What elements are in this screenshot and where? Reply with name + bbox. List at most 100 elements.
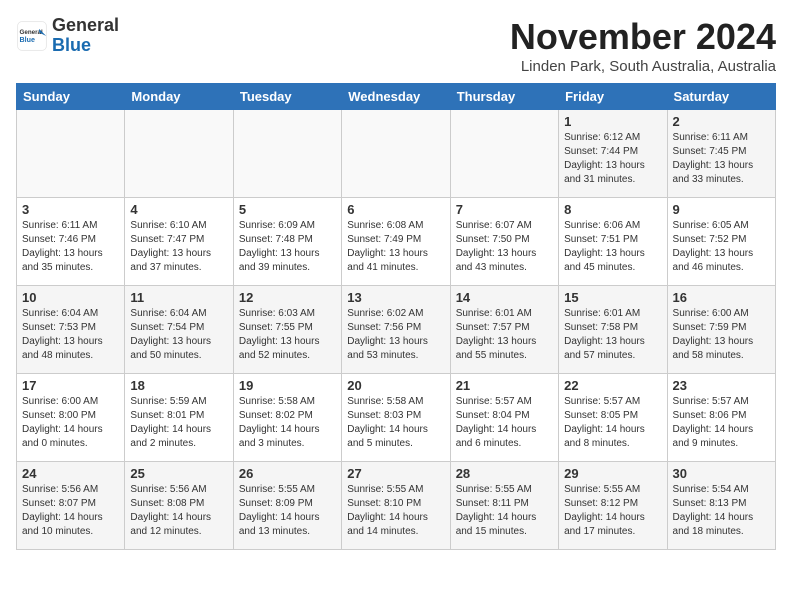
- day-info: Sunrise: 6:11 AM Sunset: 7:45 PM Dayligh…: [673, 131, 770, 187]
- location-text: Linden Park, South Australia, Australia: [510, 58, 776, 75]
- calendar-table: SundayMondayTuesdayWednesdayThursdayFrid…: [16, 83, 776, 550]
- day-number: 19: [239, 378, 336, 393]
- day-info: Sunrise: 6:07 AM Sunset: 7:50 PM Dayligh…: [456, 219, 553, 275]
- day-number: 23: [673, 378, 770, 393]
- day-number: 21: [456, 378, 553, 393]
- day-number: 13: [347, 290, 444, 305]
- calendar-week-4: 17 Sunrise: 6:00 AM Sunset: 8:00 PM Dayli…: [17, 374, 776, 462]
- day-number: 1: [564, 114, 661, 129]
- calendar-header-thursday: Thursday: [450, 84, 558, 110]
- day-number: 18: [130, 378, 227, 393]
- day-info: Sunrise: 6:00 AM Sunset: 8:00 PM Dayligh…: [22, 395, 119, 451]
- day-number: 6: [347, 202, 444, 217]
- day-info: Sunrise: 6:03 AM Sunset: 7:55 PM Dayligh…: [239, 307, 336, 363]
- calendar-week-1: 1Sunrise: 6:12 AM Sunset: 7:44 PM Daylig…: [17, 110, 776, 198]
- day-number: 7: [456, 202, 553, 217]
- logo: General Blue General Blue: [16, 16, 119, 56]
- calendar-header-row: SundayMondayTuesdayWednesdayThursdayFrid…: [17, 84, 776, 110]
- calendar-header-wednesday: Wednesday: [342, 84, 450, 110]
- day-number: 4: [130, 202, 227, 217]
- day-info: Sunrise: 5:55 AM Sunset: 8:12 PM Dayligh…: [564, 483, 661, 539]
- calendar-cell: 10Sunrise: 6:04 AM Sunset: 7:53 PM Dayli…: [17, 286, 125, 374]
- calendar-cell: 30Sunrise: 5:54 AM Sunset: 8:13 PM Dayli…: [667, 462, 775, 550]
- calendar-cell: 20 Sunrise: 5:58 AM Sunset: 8:03 PM Dayli…: [342, 374, 450, 462]
- calendar-cell: [342, 110, 450, 198]
- day-info: Sunrise: 5:55 AM Sunset: 8:11 PM Dayligh…: [456, 483, 553, 539]
- day-info: Sunrise: 6:01 AM Sunset: 7:58 PM Dayligh…: [564, 307, 661, 363]
- day-info: Sunrise: 6:06 AM Sunset: 7:51 PM Dayligh…: [564, 219, 661, 275]
- day-info: Sunrise: 6:10 AM Sunset: 7:47 PM Dayligh…: [130, 219, 227, 275]
- calendar-cell: 23 Sunrise: 5:57 AM Sunset: 8:06 PM Dayli…: [667, 374, 775, 462]
- day-number: 27: [347, 466, 444, 481]
- calendar-cell: 29 Sunrise: 5:55 AM Sunset: 8:12 PM Dayli…: [559, 462, 667, 550]
- day-number: 12: [239, 290, 336, 305]
- calendar-cell: 9 Sunrise: 6:05 AM Sunset: 7:52 PM Daylig…: [667, 198, 775, 286]
- day-number: 5: [239, 202, 336, 217]
- calendar-cell: 13 Sunrise: 6:02 AM Sunset: 7:56 PM Dayli…: [342, 286, 450, 374]
- day-info: Sunrise: 6:01 AM Sunset: 7:57 PM Dayligh…: [456, 307, 553, 363]
- day-number: 17: [22, 378, 119, 393]
- calendar-cell: 4 Sunrise: 6:10 AM Sunset: 7:47 PM Daylig…: [125, 198, 233, 286]
- calendar-cell: 18 Sunrise: 5:59 AM Sunset: 8:01 PM Dayli…: [125, 374, 233, 462]
- day-number: 8: [564, 202, 661, 217]
- calendar-cell: 16Sunrise: 6:00 AM Sunset: 7:59 PM Dayli…: [667, 286, 775, 374]
- day-info: Sunrise: 5:55 AM Sunset: 8:09 PM Dayligh…: [239, 483, 336, 539]
- day-number: 28: [456, 466, 553, 481]
- calendar-cell: 5 Sunrise: 6:09 AM Sunset: 7:48 PM Daylig…: [233, 198, 341, 286]
- day-info: Sunrise: 6:04 AM Sunset: 7:54 PM Dayligh…: [130, 307, 227, 363]
- calendar-cell: 3Sunrise: 6:11 AM Sunset: 7:46 PM Daylig…: [17, 198, 125, 286]
- logo-general-text: General: [52, 15, 119, 35]
- calendar-header-sunday: Sunday: [17, 84, 125, 110]
- day-number: 22: [564, 378, 661, 393]
- day-info: Sunrise: 6:05 AM Sunset: 7:52 PM Dayligh…: [673, 219, 770, 275]
- day-number: 2: [673, 114, 770, 129]
- calendar-cell: [233, 110, 341, 198]
- calendar-header-tuesday: Tuesday: [233, 84, 341, 110]
- calendar-cell: 24 Sunrise: 5:56 AM Sunset: 8:07 PM Dayli…: [17, 462, 125, 550]
- calendar-cell: 6 Sunrise: 6:08 AM Sunset: 7:49 PM Daylig…: [342, 198, 450, 286]
- day-info: Sunrise: 6:09 AM Sunset: 7:48 PM Dayligh…: [239, 219, 336, 275]
- calendar-cell: 8 Sunrise: 6:06 AM Sunset: 7:51 PM Daylig…: [559, 198, 667, 286]
- day-info: Sunrise: 5:55 AM Sunset: 8:10 PM Dayligh…: [347, 483, 444, 539]
- day-info: Sunrise: 6:00 AM Sunset: 7:59 PM Dayligh…: [673, 307, 770, 363]
- calendar-cell: 27 Sunrise: 5:55 AM Sunset: 8:10 PM Dayli…: [342, 462, 450, 550]
- calendar-cell: 26 Sunrise: 5:55 AM Sunset: 8:09 PM Dayli…: [233, 462, 341, 550]
- calendar-cell: 28 Sunrise: 5:55 AM Sunset: 8:11 PM Dayli…: [450, 462, 558, 550]
- calendar-cell: 14Sunrise: 6:01 AM Sunset: 7:57 PM Dayli…: [450, 286, 558, 374]
- day-info: Sunrise: 5:58 AM Sunset: 8:03 PM Dayligh…: [347, 395, 444, 451]
- month-title: November 2024: [510, 16, 776, 58]
- calendar-week-3: 10Sunrise: 6:04 AM Sunset: 7:53 PM Dayli…: [17, 286, 776, 374]
- logo-blue-text: Blue: [52, 35, 91, 55]
- day-number: 29: [564, 466, 661, 481]
- day-info: Sunrise: 6:08 AM Sunset: 7:49 PM Dayligh…: [347, 219, 444, 275]
- day-number: 15: [564, 290, 661, 305]
- calendar-cell: 11 Sunrise: 6:04 AM Sunset: 7:54 PM Dayli…: [125, 286, 233, 374]
- day-info: Sunrise: 5:58 AM Sunset: 8:02 PM Dayligh…: [239, 395, 336, 451]
- day-number: 9: [673, 202, 770, 217]
- calendar-cell: 1Sunrise: 6:12 AM Sunset: 7:44 PM Daylig…: [559, 110, 667, 198]
- day-info: Sunrise: 6:02 AM Sunset: 7:56 PM Dayligh…: [347, 307, 444, 363]
- calendar-header-friday: Friday: [559, 84, 667, 110]
- calendar-cell: 22Sunrise: 5:57 AM Sunset: 8:05 PM Dayli…: [559, 374, 667, 462]
- day-number: 10: [22, 290, 119, 305]
- day-info: Sunrise: 5:56 AM Sunset: 8:07 PM Dayligh…: [22, 483, 119, 539]
- day-number: 24: [22, 466, 119, 481]
- day-info: Sunrise: 5:57 AM Sunset: 8:06 PM Dayligh…: [673, 395, 770, 451]
- calendar-cell: 17 Sunrise: 6:00 AM Sunset: 8:00 PM Dayli…: [17, 374, 125, 462]
- calendar-week-2: 3Sunrise: 6:11 AM Sunset: 7:46 PM Daylig…: [17, 198, 776, 286]
- day-info: Sunrise: 5:57 AM Sunset: 8:04 PM Dayligh…: [456, 395, 553, 451]
- calendar-cell: 19 Sunrise: 5:58 AM Sunset: 8:02 PM Dayli…: [233, 374, 341, 462]
- svg-text:Blue: Blue: [20, 36, 35, 44]
- day-info: Sunrise: 5:59 AM Sunset: 8:01 PM Dayligh…: [130, 395, 227, 451]
- day-number: 11: [130, 290, 227, 305]
- day-info: Sunrise: 5:54 AM Sunset: 8:13 PM Dayligh…: [673, 483, 770, 539]
- calendar-cell: 12 Sunrise: 6:03 AM Sunset: 7:55 PM Dayli…: [233, 286, 341, 374]
- day-number: 20: [347, 378, 444, 393]
- calendar-cell: [450, 110, 558, 198]
- day-number: 26: [239, 466, 336, 481]
- day-info: Sunrise: 5:56 AM Sunset: 8:08 PM Dayligh…: [130, 483, 227, 539]
- logo-icon: General Blue: [16, 20, 48, 52]
- calendar-cell: 21 Sunrise: 5:57 AM Sunset: 8:04 PM Dayli…: [450, 374, 558, 462]
- calendar-cell: 15 Sunrise: 6:01 AM Sunset: 7:58 PM Dayli…: [559, 286, 667, 374]
- calendar-week-5: 24 Sunrise: 5:56 AM Sunset: 8:07 PM Dayli…: [17, 462, 776, 550]
